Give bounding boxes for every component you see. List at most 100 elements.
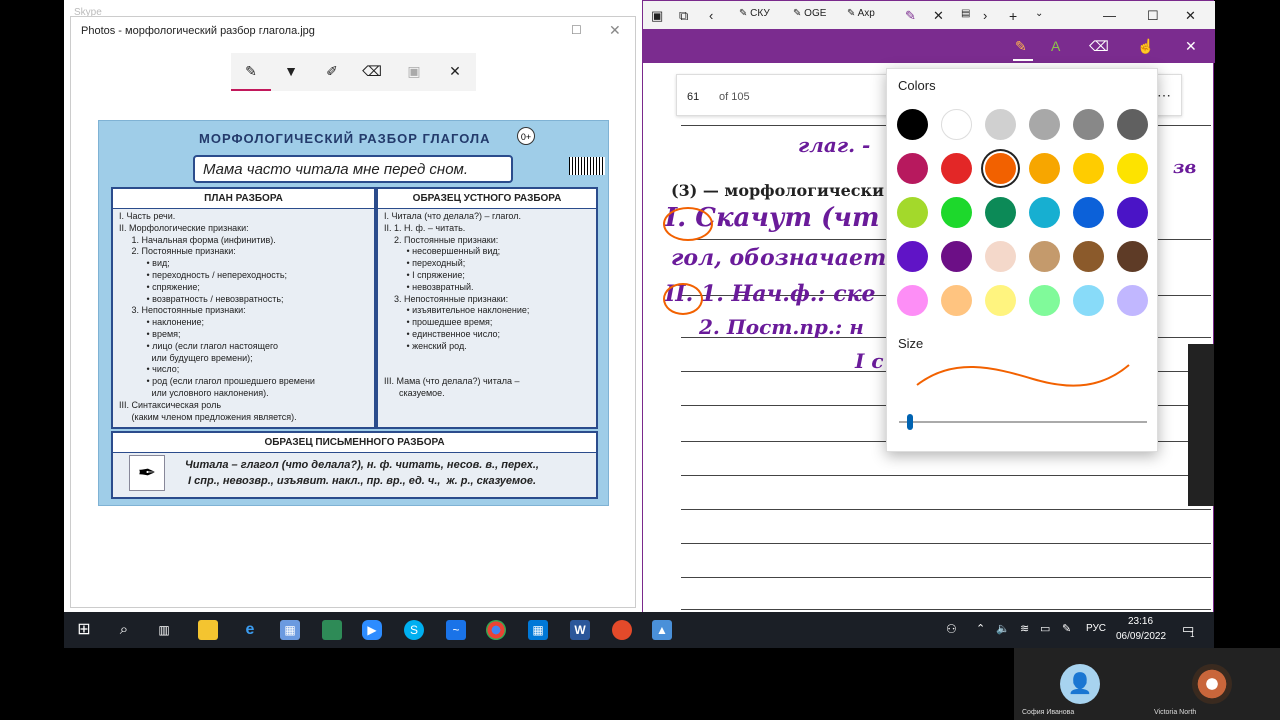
page-number[interactable]: 61: [687, 91, 699, 103]
stroke-preview: [916, 364, 1130, 387]
clock-date[interactable]: 06/09/2022: [1116, 631, 1166, 642]
clock-time[interactable]: 23:16: [1128, 616, 1153, 627]
color-swatch[interactable]: [941, 285, 972, 316]
size-slider-thumb[interactable]: [907, 414, 913, 430]
color-swatch[interactable]: [1117, 241, 1148, 272]
eraser-icon[interactable]: ⌫: [361, 63, 383, 83]
color-swatch[interactable]: [941, 197, 972, 228]
tab-active-icon[interactable]: ✎: [905, 8, 916, 24]
avatar[interactable]: [1192, 664, 1232, 704]
size-slider[interactable]: [899, 421, 1147, 423]
tab-3[interactable]: ✎ Axp: [847, 8, 875, 19]
start-icon[interactable]: ⊞: [74, 620, 94, 640]
back-icon[interactable]: ‹: [709, 8, 713, 23]
highlighter-pen-icon[interactable]: ✎: [1015, 38, 1027, 55]
text-highlighter-icon[interactable]: A: [1051, 38, 1060, 54]
color-swatch[interactable]: [1029, 109, 1060, 140]
maximize-icon[interactable]: ☐: [1147, 8, 1159, 24]
color-swatch[interactable]: [1117, 285, 1148, 316]
poster-image: МОРФОЛОГИЧЕСКИЙ РАЗБОР ГЛАГОЛА 0+ Мама ч…: [98, 120, 609, 506]
color-swatch[interactable]: [1117, 153, 1148, 184]
color-swatch[interactable]: [985, 153, 1016, 184]
chrome-icon[interactable]: [486, 620, 506, 640]
color-swatch[interactable]: [1073, 285, 1104, 316]
age-badge: 0+: [517, 127, 535, 145]
search-icon[interactable]: ⌕: [114, 620, 134, 640]
calendar-icon[interactable]: ▦: [528, 620, 548, 640]
color-swatch[interactable]: [985, 197, 1016, 228]
color-swatch[interactable]: [1029, 197, 1060, 228]
scrollbar[interactable]: [1188, 344, 1214, 506]
chrome-profile-icon[interactable]: [612, 620, 632, 640]
color-swatch[interactable]: [897, 153, 928, 184]
people-icon[interactable]: ⚇: [946, 622, 957, 636]
plan-panel: ПЛАН РАЗБОРА I. Часть речи. II. Морфолог…: [111, 187, 376, 429]
chevron-up-icon[interactable]: ⌃: [976, 622, 985, 635]
chevron-down-icon[interactable]: ⌄: [1035, 8, 1043, 19]
color-swatch[interactable]: [941, 109, 972, 140]
photos-app-icon[interactable]: ▲: [652, 620, 672, 640]
handwriting: гол, обозначает: [671, 245, 887, 271]
battery-icon[interactable]: ▭: [1040, 622, 1050, 635]
eraser-icon[interactable]: ⌫: [1089, 38, 1109, 55]
calligraphy-pen-icon[interactable]: ▼: [280, 63, 302, 83]
calculator-icon[interactable]: ▦: [280, 620, 300, 640]
tabs-menu-icon[interactable]: ▣: [651, 8, 663, 24]
whiteboard-icon[interactable]: ~: [446, 620, 466, 640]
forward-icon[interactable]: ›: [983, 8, 987, 23]
tab-bar: ▣ ⧉ ‹ ✎ СКУ ✎ OGЕ ✎ Axp ✎ ✕ ▤ › + ⌄ — ☐ …: [643, 1, 1215, 29]
color-swatch[interactable]: [985, 241, 1016, 272]
color-swatch[interactable]: [1117, 109, 1148, 140]
skype-icon[interactable]: S: [404, 620, 424, 640]
color-swatch[interactable]: [1029, 285, 1060, 316]
pen-workspace-icon[interactable]: ✎: [1062, 622, 1071, 635]
minimize-icon[interactable]: —: [1103, 8, 1116, 23]
color-swatch[interactable]: [1073, 153, 1104, 184]
task-view-icon[interactable]: ▥: [154, 620, 174, 640]
maximize-button[interactable]: ☐: [571, 23, 582, 37]
close-ink-icon[interactable]: ✕: [444, 63, 466, 83]
color-swatch[interactable]: [985, 109, 1016, 140]
colors-popup: Colors Size: [886, 68, 1158, 452]
crop-icon[interactable]: ▣: [403, 63, 425, 83]
color-swatch[interactable]: [1117, 197, 1148, 228]
word-icon[interactable]: W: [570, 620, 590, 640]
participant-name: София Иванова: [1022, 709, 1075, 716]
volume-icon[interactable]: 🔈: [996, 622, 1010, 635]
color-swatch[interactable]: [897, 109, 928, 140]
color-swatch[interactable]: [897, 197, 928, 228]
plan-text: I. Часть речи. II. Морфологические призн…: [119, 211, 315, 422]
color-swatch[interactable]: [1029, 153, 1060, 184]
ribbon-close-icon[interactable]: ✕: [1185, 38, 1197, 55]
more-options-icon[interactable]: ⋯: [1157, 87, 1171, 104]
color-swatch[interactable]: [897, 241, 928, 272]
color-swatch[interactable]: [1029, 241, 1060, 272]
touch-writing-icon[interactable]: ☝: [1137, 38, 1154, 55]
close-button[interactable]: ✕: [609, 22, 621, 39]
tab-close-icon[interactable]: ✕: [933, 8, 944, 24]
pencil-icon[interactable]: ✐: [321, 63, 343, 83]
edge-icon[interactable]: e: [240, 620, 260, 640]
handwriting: глаг. -: [798, 133, 871, 157]
file-explorer-icon[interactable]: [198, 620, 218, 640]
zoom-icon[interactable]: ▶: [362, 620, 382, 640]
avatar[interactable]: 👤: [1060, 664, 1100, 704]
sticky-app-icon[interactable]: [322, 620, 342, 640]
color-swatch[interactable]: [1073, 197, 1104, 228]
color-swatch[interactable]: [1073, 109, 1104, 140]
tab-2[interactable]: ✎ OGЕ: [793, 8, 826, 19]
new-tab-icon[interactable]: +: [1009, 8, 1017, 24]
ballpoint-pen-icon[interactable]: ✎: [240, 63, 262, 83]
set-aside-icon[interactable]: ⧉: [679, 8, 688, 24]
participant-name: Victoria North: [1154, 709, 1197, 716]
language-indicator[interactable]: РУС: [1086, 623, 1106, 634]
window-close-icon[interactable]: ✕: [1185, 8, 1196, 24]
tab-5-icon[interactable]: ▤: [961, 8, 970, 19]
tab-1[interactable]: ✎ СКУ: [739, 8, 770, 19]
color-swatch[interactable]: [985, 285, 1016, 316]
color-swatch[interactable]: [1073, 241, 1104, 272]
color-swatch[interactable]: [897, 285, 928, 316]
wifi-icon[interactable]: ≋: [1020, 622, 1029, 635]
color-swatch[interactable]: [941, 153, 972, 184]
color-swatch[interactable]: [941, 241, 972, 272]
